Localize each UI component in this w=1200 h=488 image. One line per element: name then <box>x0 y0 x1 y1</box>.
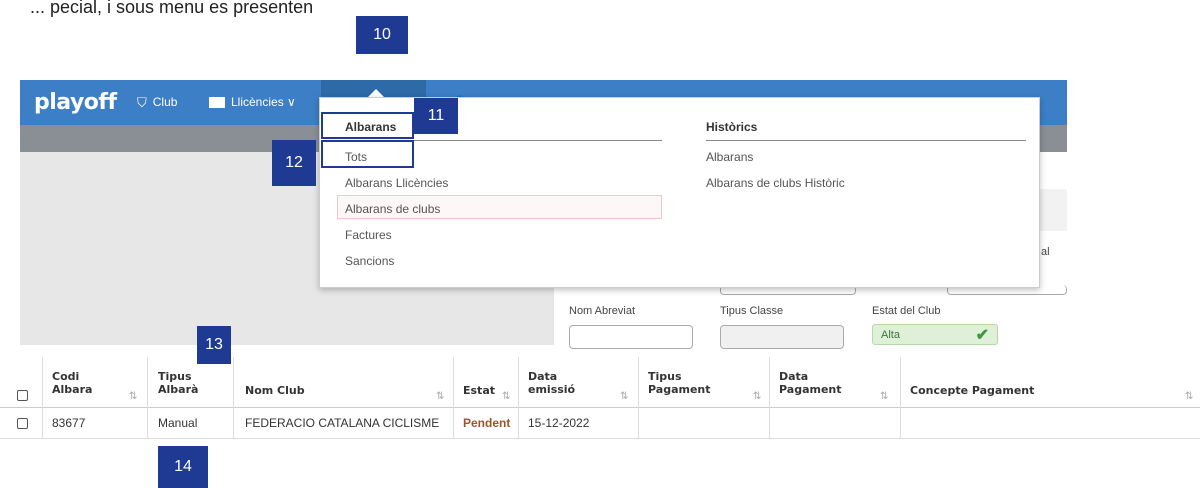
dropdown-arrow <box>368 89 384 97</box>
header-codi-albara[interactable]: Codi Albara <box>52 357 92 408</box>
callout-11: 11 <box>414 98 458 134</box>
header-data-pagament-label: Data Pagament <box>779 369 842 396</box>
header-concepte-pagament-label: Concepte Pagament <box>910 384 1035 397</box>
tipus-classe-label: Tipus Classe <box>720 305 784 317</box>
header-nom-club-label: Nom Club <box>245 384 305 397</box>
menu-item-albarans-llicencies[interactable]: Albarans Llicències <box>345 176 448 190</box>
nav-llicencies[interactable]: Llicències ∨ <box>209 80 296 125</box>
cell-data-emissio: 15-12-2022 <box>528 416 590 430</box>
nav-club-label: Club <box>152 95 178 109</box>
estat-value: Alta <box>881 329 900 341</box>
header-tipus-pagament-label: Tipus Pagament <box>648 369 711 396</box>
menu-item-albarans-de-clubs[interactable]: Albarans de clubs <box>345 202 440 216</box>
cell-tipus: Manual <box>158 416 198 430</box>
menu-item-factures[interactable]: Factures <box>345 228 392 242</box>
header-codi-albara-label: Codi Albara <box>52 369 93 396</box>
row-checkbox[interactable] <box>17 418 28 429</box>
estat-club-label: Estat del Club <box>872 305 941 317</box>
header-data-emissio[interactable]: Data emissió <box>528 357 575 408</box>
sort-icon[interactable]: ⇅ <box>880 391 888 402</box>
menu-item-sancions[interactable]: Sancions <box>345 254 394 268</box>
header-tipus-albara-label: Tipus Albarà <box>158 369 199 396</box>
estat-club-status: Alta ✔ <box>872 324 998 345</box>
table-header-row: Codi Albara ⇅ Tipus Albarà Nom Club ⇅ Es… <box>0 357 1200 408</box>
annotation-outline-tots <box>321 140 414 168</box>
header-tipus-albara[interactable]: Tipus Albarà <box>158 357 198 408</box>
dropdown-heading-historics: Històrics <box>706 120 758 134</box>
partial-field-label: al <box>1041 246 1050 258</box>
header-data-emissio-label: Data emissió <box>528 369 576 396</box>
nav-club[interactable]: ⛉ Club <box>137 80 177 125</box>
menu-item-historic-albarans-clubs[interactable]: Albarans de clubs Històric <box>706 176 845 190</box>
nom-abreviat-input[interactable] <box>569 325 693 349</box>
header-data-pagament[interactable]: Data Pagament <box>779 357 842 408</box>
check-icon: ✔ <box>975 327 989 344</box>
nom-abreviat-label: Nom Abreviat <box>569 305 636 317</box>
header-tipus-pagament[interactable]: Tipus Pagament <box>648 357 711 408</box>
table-row[interactable]: 83677 Manual FEDERACIO CATALANA CICLISME… <box>0 408 1200 439</box>
callout-10: 10 <box>356 16 408 54</box>
dropdown-divider-2 <box>706 140 1026 141</box>
cell-nom-club: FEDERACIO CATALANA CICLISME <box>245 416 440 430</box>
sort-icon[interactable]: ⇅ <box>753 391 761 402</box>
callout-14: 14 <box>158 446 208 488</box>
callout-12: 12 <box>272 140 316 186</box>
menu-item-historic-albarans[interactable]: Albarans <box>706 150 753 164</box>
app-logo[interactable]: playoff <box>34 80 117 125</box>
sort-icon[interactable]: ⇅ <box>1185 391 1193 402</box>
shield-icon: ⛉ <box>137 95 147 110</box>
nav-llicencies-label: Llicències ∨ <box>231 95 296 109</box>
header-estat-label: Estat <box>463 384 496 397</box>
sort-icon[interactable]: ⇅ <box>620 391 628 402</box>
select-all-checkbox[interactable] <box>17 390 28 401</box>
sort-icon[interactable]: ⇅ <box>436 391 444 402</box>
sort-icon[interactable]: ⇅ <box>129 391 137 402</box>
annotation-outline-albarans <box>321 112 414 139</box>
tipus-classe-select[interactable] <box>720 325 844 349</box>
document-text-fragment: ... pecial, i sous menu es presenten <box>30 0 314 17</box>
cell-codi: 83677 <box>52 416 86 430</box>
sort-icon[interactable]: ⇅ <box>502 391 510 402</box>
id-card-icon <box>209 97 225 108</box>
logo-text: playoff <box>34 90 117 115</box>
cell-estat: Pendent <box>463 416 511 430</box>
